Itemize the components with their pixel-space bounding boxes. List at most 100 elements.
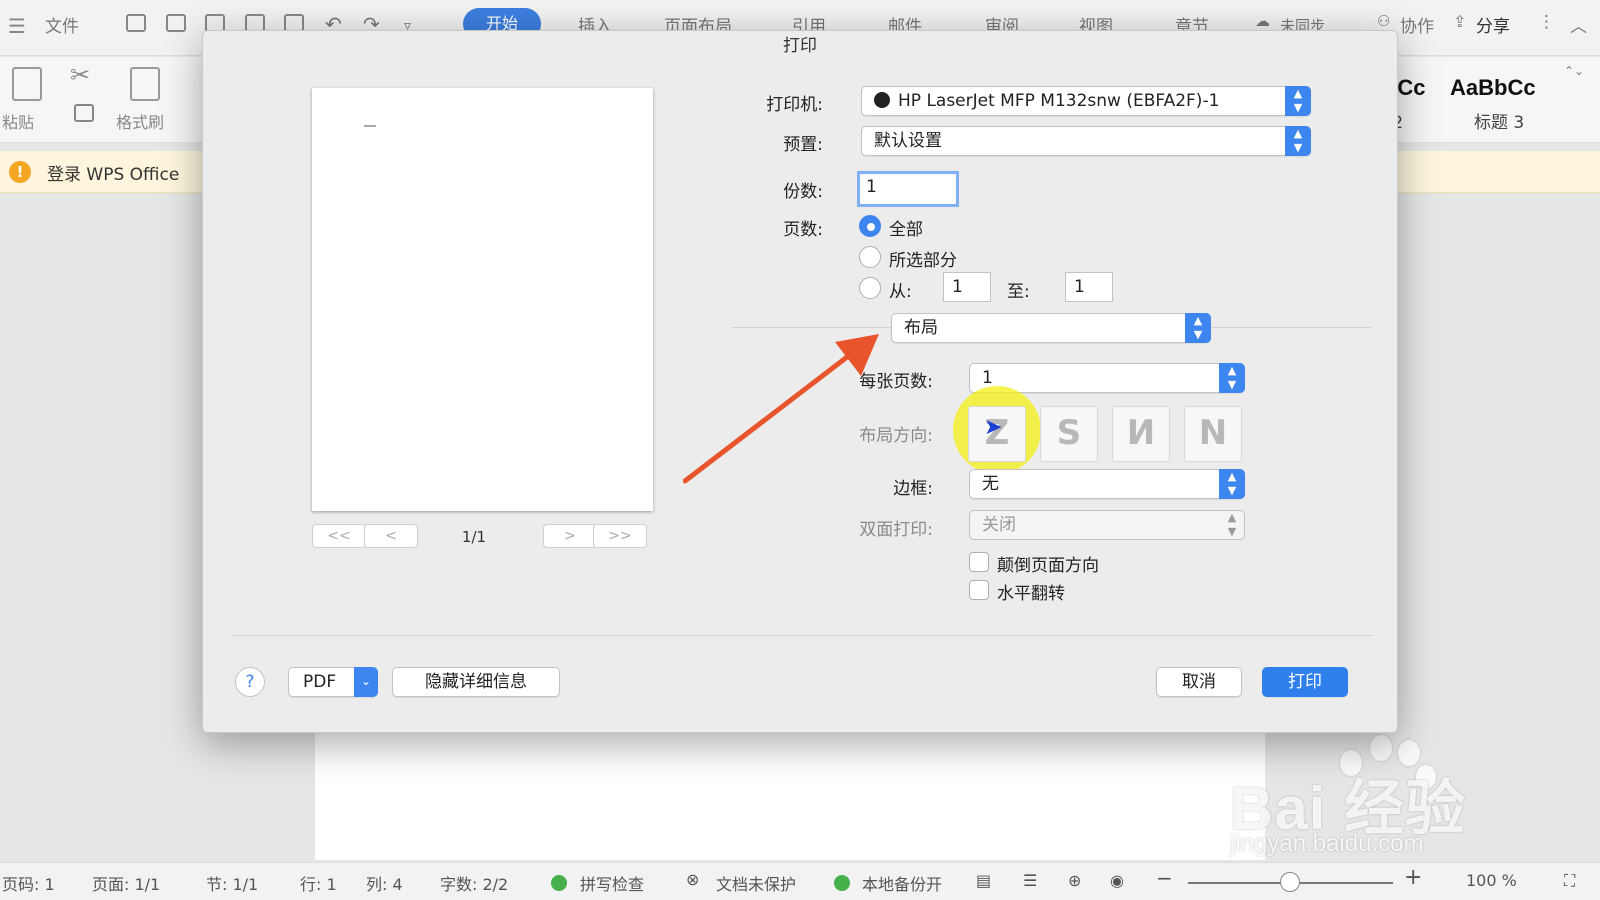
page-view-icon[interactable]: ▤ [976,871,991,890]
format-painter-label[interactable]: 格式刷 [116,109,164,133]
login-banner-text[interactable]: 登录 WPS Office [47,160,179,185]
pages-all-label[interactable]: 全部 [889,215,923,240]
save-icon[interactable] [166,14,186,32]
print-dialog: 打印 << < 1/1 > >> 打印机: HP LaserJet MFP M1… [202,30,1398,733]
reverse-orientation-label[interactable]: 颠倒页面方向 [997,551,1099,576]
layout-n-reverse-icon: И [1126,413,1156,453]
pages-selection-label[interactable]: 所选部分 [889,246,957,271]
paste-label[interactable]: 粘贴 [2,109,34,133]
border-value: 无 [982,474,999,494]
layout-s-icon: S [1056,413,1082,453]
print-button[interactable]: 打印 [1262,667,1348,697]
pages-label: 页数: [783,220,823,240]
last-page-button[interactable]: >> [593,524,647,548]
print-preview [312,88,653,511]
layout-direction-s-button[interactable]: S [1040,406,1098,462]
open-icon[interactable] [126,14,146,32]
paste-icon[interactable] [12,67,42,101]
format-painter-icon[interactable] [130,67,160,101]
fit-window-icon[interactable]: ⛶ [1564,871,1575,891]
pdf-menu-button[interactable]: PDF ⌄ [288,667,378,697]
menu-icon[interactable]: ☰ [8,14,26,38]
footer-divider [233,635,1373,636]
dialog-title: 打印 [783,36,817,56]
collapse-ribbon-icon[interactable]: ︿ [1570,12,1587,37]
border-stepper-icon: ▲ ▼ [1219,469,1245,499]
prev-page-button[interactable]: < [364,524,418,548]
preview-page-count: 1/1 [461,528,487,546]
pages-to-input[interactable]: 1 [1065,272,1113,302]
help-button[interactable]: ? [235,667,265,697]
status-row[interactable]: 行: 1 [300,871,337,895]
zoom-in-icon[interactable]: + [1404,865,1422,890]
warning-icon: ! [9,161,31,183]
annotation-arrow-head [835,334,879,376]
zoom-out-icon[interactable]: − [1156,866,1173,890]
menu-file[interactable]: 文件 [45,12,79,37]
status-zoom[interactable]: 100 % [1466,871,1517,890]
pdf-label: PDF [303,672,337,692]
flip-horizontal-label[interactable]: 水平翻转 [997,579,1065,604]
pages-all-radio[interactable] [859,215,881,237]
layout-direction-n-reverse-button[interactable]: И [1112,406,1170,462]
protect-icon: ⊗ [686,870,700,889]
section-select[interactable]: 布局 ▲ ▼ [891,313,1211,343]
section-stepper-icon: ▲ ▼ [1185,313,1211,343]
copies-label: 份数: [783,182,823,202]
status-page[interactable]: 页面: 1/1 [92,871,160,895]
duplex-stepper-icon: ▲ ▼ [1227,511,1237,538]
printer-select[interactable]: HP LaserJet MFP M132snw (EBFA2F)-1 ▲ ▼ [861,86,1311,116]
preset-stepper-icon: ▲ ▼ [1285,126,1311,156]
style-sample-heading3[interactable]: AaBbCc [1450,75,1536,101]
pdf-dropdown-icon: ⌄ [354,667,378,697]
more-icon[interactable]: ⋮ [1538,12,1555,32]
preset-label: 预置: [783,135,823,155]
copies-input[interactable]: 1 [857,171,959,207]
mouse-cursor-icon: ➤ [984,415,1003,440]
flip-horizontal-checkbox[interactable] [969,580,989,600]
next-page-button[interactable]: > [543,524,597,548]
pages-range-radio[interactable] [859,277,881,299]
preview-text-mark [364,125,376,127]
status-col[interactable]: 列: 4 [366,871,403,895]
pages-to-label: 至: [1007,282,1030,302]
styles-scroll-icon[interactable]: ⌃⌄ [1564,64,1584,78]
document-page[interactable] [315,720,1265,860]
status-protection[interactable]: 文档未保护 [716,871,796,895]
pages-from-input[interactable]: 1 [943,272,991,302]
pages-from-label: 从: [889,282,912,302]
layout-n-icon: N [1198,413,1228,453]
preset-value: 默认设置 [874,131,942,151]
collab-button[interactable]: 协作 [1400,12,1434,37]
status-word-count[interactable]: 字数: 2/2 [440,871,508,895]
status-section[interactable]: 节: 1/1 [206,871,258,895]
pages-selection-radio[interactable] [859,246,881,268]
printer-status-icon [874,92,890,108]
collab-icon: ⚇ [1377,12,1391,30]
share-button[interactable]: 分享 [1476,12,1510,37]
watermark-url: jingyan.baidu.com [1230,830,1424,857]
cancel-button[interactable]: 取消 [1156,667,1242,697]
hide-details-button[interactable]: 隐藏详细信息 [392,667,560,697]
styles-gallery: BbCc AaBbCc 题 2 标题 3 ⌃⌄ [1368,60,1600,140]
style-heading3-label[interactable]: 标题 3 [1474,108,1524,133]
duplex-value: 关闭 [982,515,1016,535]
cut-icon[interactable]: ✂ [70,61,90,89]
duplex-select[interactable]: 关闭 ▲ ▼ [969,510,1245,540]
web-view-icon[interactable]: ⊕ [1068,871,1081,890]
preset-select[interactable]: 默认设置 ▲ ▼ [861,126,1311,156]
paw-toe-2 [1370,735,1392,761]
layout-direction-n-button[interactable]: N [1184,406,1242,462]
zoom-slider-thumb[interactable] [1280,872,1300,892]
pages-per-sheet-value: 1 [982,368,993,388]
first-page-button[interactable]: << [312,524,366,548]
copy-icon[interactable] [74,104,94,122]
status-spellcheck[interactable]: 拼写检查 [580,871,644,895]
outline-view-icon[interactable]: ☰ [1023,871,1037,890]
status-page-code[interactable]: 页码: 1 [2,871,55,895]
printer-label: 打印机: [766,95,823,115]
status-backup[interactable]: 本地备份开 [862,871,942,895]
reverse-orientation-checkbox[interactable] [969,552,989,572]
border-select[interactable]: 无 ▲ ▼ [969,469,1245,499]
read-mode-icon[interactable]: ◉ [1110,871,1124,890]
